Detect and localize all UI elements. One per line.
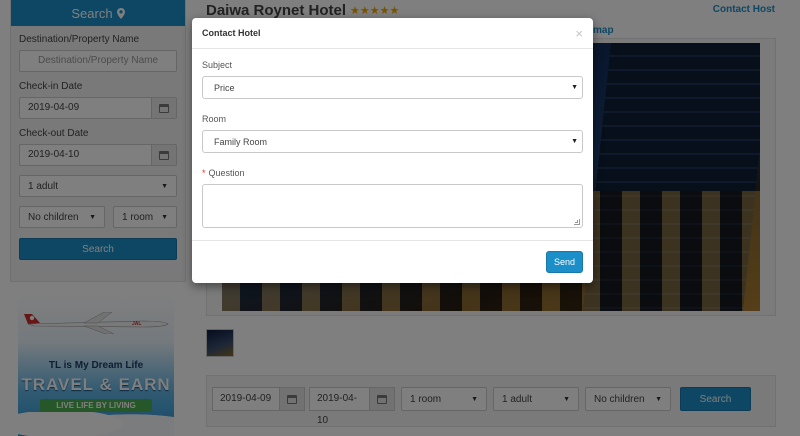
question-label: * Question: [202, 168, 583, 178]
required-mark: *: [202, 168, 206, 178]
contact-hotel-dialog: Contact Hotel × Subject Price ▼ Room Fam…: [192, 18, 593, 283]
resize-grip-icon[interactable]: [574, 219, 580, 225]
caret-down-icon: ▼: [571, 138, 578, 145]
dialog-footer-divider: [192, 240, 593, 241]
subject-select[interactable]: Price ▼: [202, 76, 583, 99]
room-label: Room: [202, 114, 227, 124]
room-select-value: Family Room: [214, 136, 268, 147]
send-button[interactable]: Send: [546, 251, 583, 273]
caret-down-icon: ▼: [571, 84, 578, 91]
close-icon[interactable]: ×: [575, 27, 583, 40]
subject-select-value: Price: [214, 82, 235, 93]
room-select[interactable]: Family Room ▼: [202, 130, 583, 153]
question-textarea[interactable]: [202, 184, 583, 228]
question-label-text: Question: [208, 168, 245, 178]
dialog-header: Contact Hotel ×: [192, 18, 593, 49]
subject-label: Subject: [202, 60, 233, 70]
dialog-title: Contact Hotel: [202, 28, 261, 38]
